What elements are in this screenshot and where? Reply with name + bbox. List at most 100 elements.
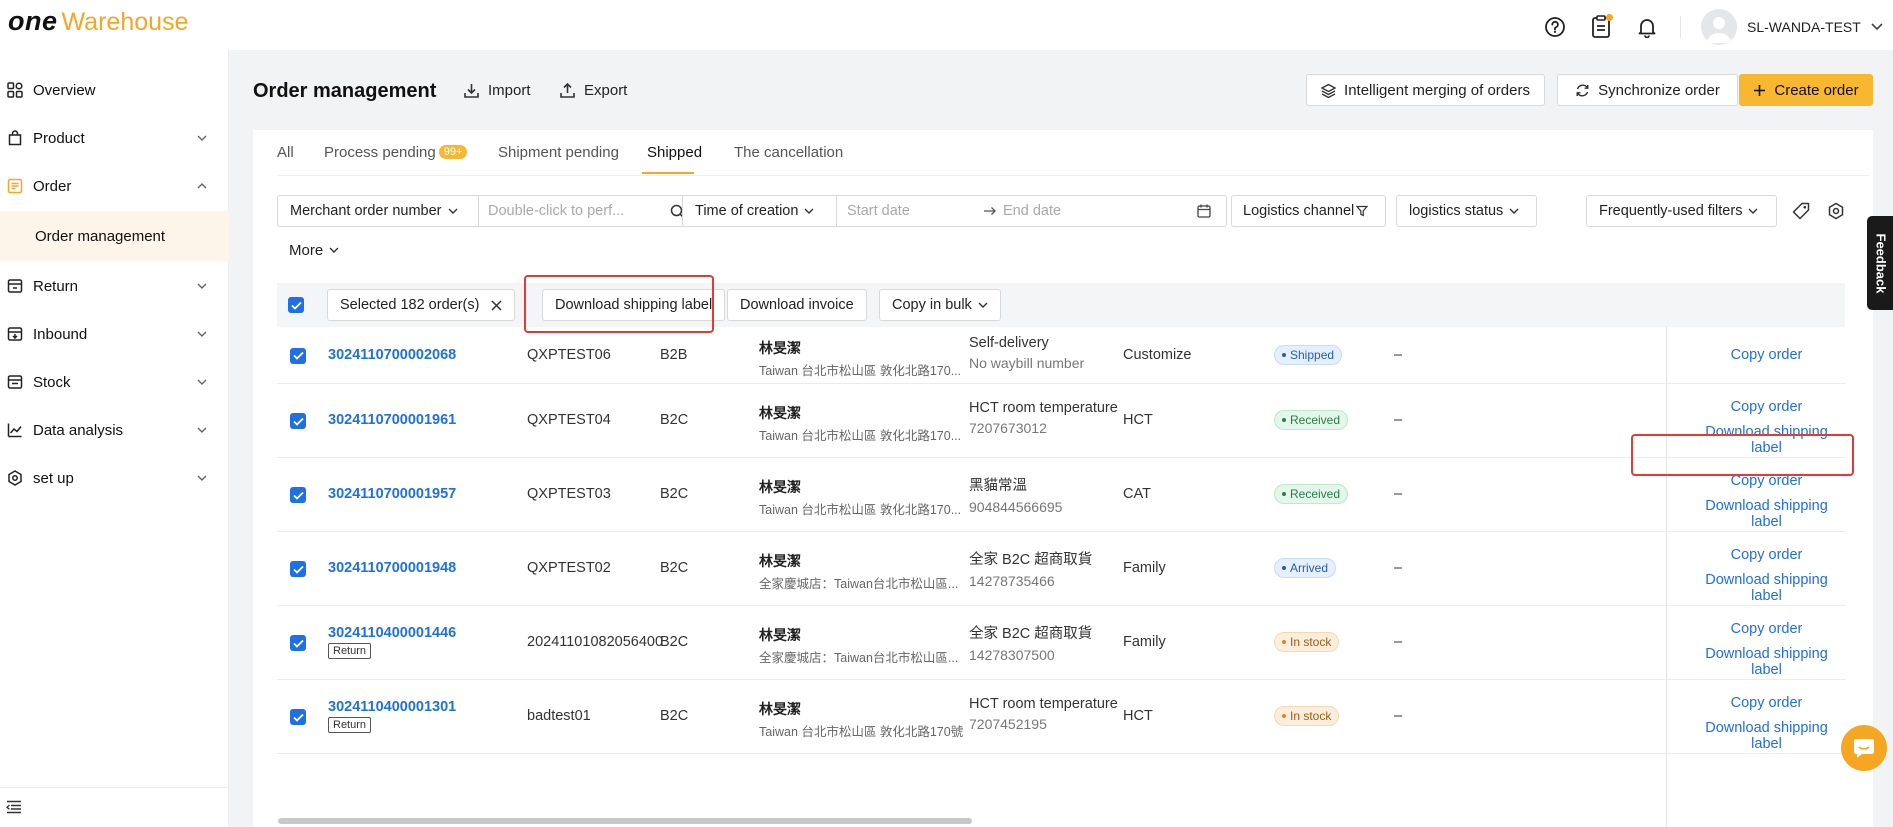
stock-icon xyxy=(6,373,24,391)
tab-cancellation[interactable]: The cancellation xyxy=(734,144,843,161)
bell-icon[interactable] xyxy=(1634,14,1660,40)
sidebar-item-overview[interactable]: Overview xyxy=(0,70,229,110)
task-list-icon[interactable] xyxy=(1588,14,1614,40)
settings-icon[interactable] xyxy=(1827,202,1845,220)
order-number-link[interactable]: 3024110700002068 xyxy=(328,347,456,363)
creation-date-filter: Time of creation Start date End date xyxy=(682,195,1227,227)
chat-icon[interactable] xyxy=(1841,725,1887,771)
copy-order-link[interactable]: Copy order xyxy=(1688,695,1845,711)
user-name[interactable]: SL-WANDA-TEST xyxy=(1747,19,1861,35)
copy-order-link[interactable]: Copy order xyxy=(1688,621,1845,637)
logistics-channel: Self-delivery xyxy=(969,334,1049,351)
table-row: 3024110400001446 Return 20241101082056400… xyxy=(277,606,1845,680)
order-number-link[interactable]: 3024110700001948 xyxy=(328,560,456,576)
logistics-cell: Self-delivery No waybill number xyxy=(969,335,1084,371)
help-icon[interactable] xyxy=(1542,14,1568,40)
row-checkbox[interactable] xyxy=(290,347,306,364)
horizontal-scrollbar[interactable] xyxy=(278,818,972,824)
order-type: B2C xyxy=(660,634,689,650)
sidebar-item-order-management[interactable]: Order management xyxy=(0,211,229,261)
intelligent-merge-button[interactable]: Intelligent merging of orders xyxy=(1306,74,1545,106)
status-badge: Shipped xyxy=(1274,344,1343,365)
copy-order-link[interactable]: Copy order xyxy=(1688,547,1845,563)
download-shipping-label-link[interactable]: Download shipping label xyxy=(1688,498,1845,530)
frequent-filters-select[interactable]: Frequently-used filters xyxy=(1586,195,1777,227)
more-filters-toggle[interactable]: More xyxy=(289,242,339,259)
synchronize-order-button[interactable]: Synchronize order xyxy=(1557,74,1738,106)
tab-shipment-pending[interactable]: Shipment pending xyxy=(498,144,619,161)
chevron-down-icon xyxy=(197,135,207,141)
feedback-tab[interactable]: Feedback xyxy=(1867,216,1893,310)
import-button[interactable]: Import xyxy=(463,82,531,99)
merge-label: Intelligent merging of orders xyxy=(1344,81,1530,99)
check-icon xyxy=(292,491,304,500)
recipient-cell: 林旻潔 Taiwan 台北市松山區 敦化北路170號 xyxy=(759,699,963,740)
copy-order-link[interactable]: Copy order xyxy=(1688,347,1845,363)
export-button[interactable]: Export xyxy=(559,82,627,99)
logistics-cell: 黑貓常溫 904844566695 xyxy=(969,474,1062,515)
time-field-select[interactable]: Time of creation xyxy=(695,203,814,219)
order-number-link[interactable]: 3024110400001446 xyxy=(328,625,456,641)
table-row: 3024110700001961 QXPTEST04 B2C 林旻潔 Taiwa… xyxy=(277,384,1845,458)
download-shipping-label-link[interactable]: Download shipping label xyxy=(1688,572,1845,604)
frequent-filters-label: Frequently-used filters xyxy=(1599,203,1743,219)
sidebar-item-label: Inbound xyxy=(33,325,88,343)
recipient-name: 林旻潔 xyxy=(759,701,801,717)
search-input[interactable]: Double-click to perf... xyxy=(488,203,624,219)
divider xyxy=(277,175,1869,176)
collapse-menu-icon[interactable] xyxy=(6,800,22,814)
end-date-input[interactable]: End date xyxy=(1003,203,1061,219)
logistics-status-filter[interactable]: logistics status xyxy=(1396,195,1537,227)
sidebar-item-product[interactable]: Product xyxy=(0,118,229,158)
recipient-address: Taiwan 台北市松山區 敦化北路170號 xyxy=(759,725,964,739)
carrier: CAT xyxy=(1123,486,1151,502)
avatar[interactable] xyxy=(1701,9,1737,45)
download-invoice-button[interactable]: Download invoice xyxy=(727,289,867,321)
order-type: B2C xyxy=(660,412,689,428)
sidebar-item-stock[interactable]: Stock xyxy=(0,362,229,402)
divider xyxy=(1680,16,1681,38)
dash-value: – xyxy=(1394,560,1403,576)
select-all-checkbox[interactable] xyxy=(288,297,304,313)
sidebar-item-set-up[interactable]: set up xyxy=(0,458,229,498)
sidebar-item-order[interactable]: Order xyxy=(0,166,229,206)
sync-icon xyxy=(1576,84,1589,96)
search-field-select[interactable]: Merchant order number xyxy=(290,203,458,219)
tab-process-pending[interactable]: Process pending 99+ xyxy=(324,144,468,161)
tag-icon[interactable] xyxy=(1792,202,1810,220)
create-order-button[interactable]: Create order xyxy=(1739,74,1873,106)
order-number-link[interactable]: 3024110700001957 xyxy=(328,486,456,502)
filter-icon xyxy=(1356,205,1369,217)
logistics-channel-filter[interactable]: Logistics channel xyxy=(1231,195,1386,227)
calendar-icon[interactable] xyxy=(1197,204,1211,218)
dash-value: – xyxy=(1394,708,1403,724)
copy-order-link[interactable]: Copy order xyxy=(1688,399,1845,415)
merchant-order-number: QXPTEST06 xyxy=(527,346,611,363)
copy-in-bulk-button[interactable]: Copy in bulk xyxy=(879,289,1001,321)
download-shipping-label-link[interactable]: Download shipping label xyxy=(1688,720,1845,752)
order-number-link[interactable]: 3024110700001961 xyxy=(328,412,456,428)
chevron-down-icon xyxy=(329,247,339,253)
recipient-cell: 林旻潔 Taiwan 台北市松山區 敦化北路170... xyxy=(759,338,961,379)
chevron-down-icon[interactable] xyxy=(1871,23,1883,31)
row-checkbox[interactable] xyxy=(290,561,306,577)
row-checkbox[interactable] xyxy=(290,413,306,429)
row-checkbox[interactable] xyxy=(290,709,306,725)
carrier: HCT xyxy=(1123,708,1153,724)
download-shipping-label-link[interactable]: Download shipping label xyxy=(1688,646,1845,678)
row-checkbox[interactable] xyxy=(290,487,306,503)
start-date-input[interactable]: Start date xyxy=(847,203,910,219)
sidebar-item-return[interactable]: Return xyxy=(0,266,229,306)
sidebar-item-inbound[interactable]: Inbound xyxy=(0,314,229,354)
logo[interactable]: one Warehouse xyxy=(8,6,188,37)
tab-shipped[interactable]: Shipped xyxy=(647,144,702,161)
close-icon[interactable] xyxy=(491,299,502,311)
tab-all[interactable]: All xyxy=(277,144,294,161)
recipient-address: 全家慶城店：Taiwan台北市松山區... xyxy=(759,577,959,591)
recipient-cell: 林旻潔 Taiwan 台北市松山區 敦化北路170... xyxy=(759,403,961,444)
row-checkbox[interactable] xyxy=(290,635,306,651)
logistics-cell: HCT room temperature 7207673012 xyxy=(969,400,1118,436)
settings-icon xyxy=(6,469,24,487)
order-number-link[interactable]: 3024110400001301 xyxy=(328,699,456,715)
sidebar-item-data-analysis[interactable]: Data analysis xyxy=(0,410,229,450)
